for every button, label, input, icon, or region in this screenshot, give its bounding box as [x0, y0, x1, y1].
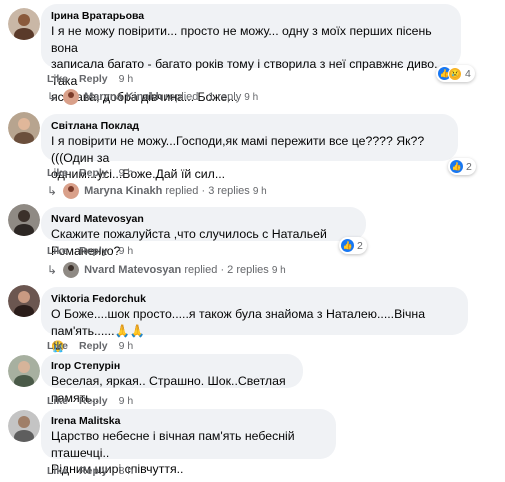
comment-bubble: Irena Malitska Царство небесне і вічная … [41, 409, 336, 476]
like-icon: 👍 [341, 239, 354, 252]
avatar[interactable] [8, 112, 40, 144]
reaction-summary[interactable]: 👍 😢 4 [436, 65, 475, 82]
comment-bubble: Ірина Вратарьова І я не можу повірити...… [41, 4, 461, 104]
reply-button[interactable]: Reply [79, 167, 108, 179]
like-button[interactable]: Like [47, 167, 68, 179]
reply-arrow-icon: ↳ [47, 184, 58, 198]
reply-button[interactable]: Reply [79, 465, 108, 477]
timestamp[interactable]: 9 h [119, 167, 134, 179]
separator: · [201, 185, 206, 197]
like-button[interactable]: Like [47, 340, 68, 352]
comment-text-line: І я не можу повірити... просто не можу..… [51, 24, 432, 55]
reply-author: Maryna Kinakh [84, 91, 163, 103]
reply-arrow-icon: ↳ [47, 263, 58, 277]
timestamp[interactable]: 9 h [119, 73, 134, 85]
comment-bubble: Ігор Степурін Веселая, яркая.. Страшно. … [41, 354, 303, 405]
comment-bubble: Nvard Matevosyan Скажите пожалуйста ,что… [41, 207, 366, 258]
reply-author: Nvard Matevosyan [84, 264, 182, 276]
avatar[interactable] [8, 355, 40, 387]
replied-label: replied [184, 264, 218, 276]
like-button[interactable]: Like [47, 395, 68, 407]
like-button[interactable]: Like [47, 245, 68, 257]
reaction-count: 4 [465, 67, 471, 80]
avatar [63, 262, 80, 278]
reply-button[interactable]: Reply [79, 395, 108, 407]
reply-count: 3 replies [208, 185, 250, 197]
timestamp[interactable]: 9 h [119, 245, 134, 257]
avatar[interactable] [8, 204, 40, 236]
reaction-count: 2 [357, 239, 363, 252]
like-icon: 👍 [450, 160, 463, 173]
reply-count: 2 replies [227, 264, 269, 276]
like-button[interactable]: Like [47, 73, 68, 85]
comment-author[interactable]: Ірина Вратарьова [51, 10, 451, 23]
timestamp[interactable]: 9 h [119, 395, 134, 407]
replied-label: replied [165, 91, 199, 103]
comment-actions: Like Reply 9 h [47, 167, 133, 179]
reaction-count: 2 [466, 160, 472, 173]
view-replies[interactable]: ↳ Maryna Kinakh replied · 1 reply 9 h [47, 89, 258, 105]
separator: · [201, 91, 206, 103]
reply-button[interactable]: Reply [79, 245, 108, 257]
reply-arrow-icon: ↳ [47, 90, 58, 104]
reaction-summary[interactable]: 👍 2 [339, 237, 367, 254]
comment-text-line: І я повірити не можу...Господи,як мамі п… [51, 134, 425, 165]
comment-bubble: Viktoria Fedorchuk О Боже....шок просто.… [41, 287, 468, 353]
separator: · [220, 264, 225, 276]
reply-author: Maryna Kinakh [84, 185, 163, 197]
timestamp: 9 h [271, 264, 286, 276]
avatar[interactable] [8, 8, 40, 40]
comment-actions: Like Reply 9 h [47, 395, 133, 407]
comment-author[interactable]: Viktoria Fedorchuk [51, 293, 458, 306]
comment-bubble: Світлана Поклад І я повірити не можу...Г… [41, 114, 458, 181]
timestamp[interactable]: 9 h [119, 340, 134, 352]
timestamp: 9 h [252, 185, 267, 197]
reaction-summary[interactable]: 👍 2 [448, 158, 476, 175]
view-replies[interactable]: ↳ Maryna Kinakh replied · 3 replies 9 h [47, 183, 267, 199]
comment-actions: Like Reply 9 h [47, 73, 133, 85]
comment-author[interactable]: Irena Malitska [51, 415, 326, 428]
view-replies[interactable]: ↳ Nvard Matevosyan replied · 2 replies 9… [47, 262, 286, 278]
like-button[interactable]: Like [47, 465, 68, 477]
avatar [63, 183, 80, 199]
avatar[interactable] [8, 410, 40, 442]
comment-actions: Like Reply 9 h [47, 340, 133, 352]
timestamp: 9 h [244, 91, 259, 103]
reply-button[interactable]: Reply [79, 73, 108, 85]
reply-count: 1 reply [208, 91, 242, 103]
timestamp[interactable]: 8 h [119, 465, 134, 477]
comment-text-line: Царство небесне і вічная пам'ять небесні… [51, 429, 295, 460]
avatar [63, 89, 80, 105]
comment-author[interactable]: Ігор Степурін [51, 360, 293, 373]
reply-button[interactable]: Reply [79, 340, 108, 352]
sad-icon: 😢 [448, 66, 462, 81]
comment-author[interactable]: Nvard Matevosyan [51, 213, 356, 226]
comment-text-line: О Боже....шок просто.....я також була зн… [51, 307, 426, 338]
avatar[interactable] [8, 285, 40, 317]
comment-author[interactable]: Світлана Поклад [51, 120, 448, 133]
comment-actions: Like Reply 8 h [47, 465, 133, 477]
comment-actions: Like Reply 9 h [47, 245, 133, 257]
replied-label: replied [165, 185, 199, 197]
